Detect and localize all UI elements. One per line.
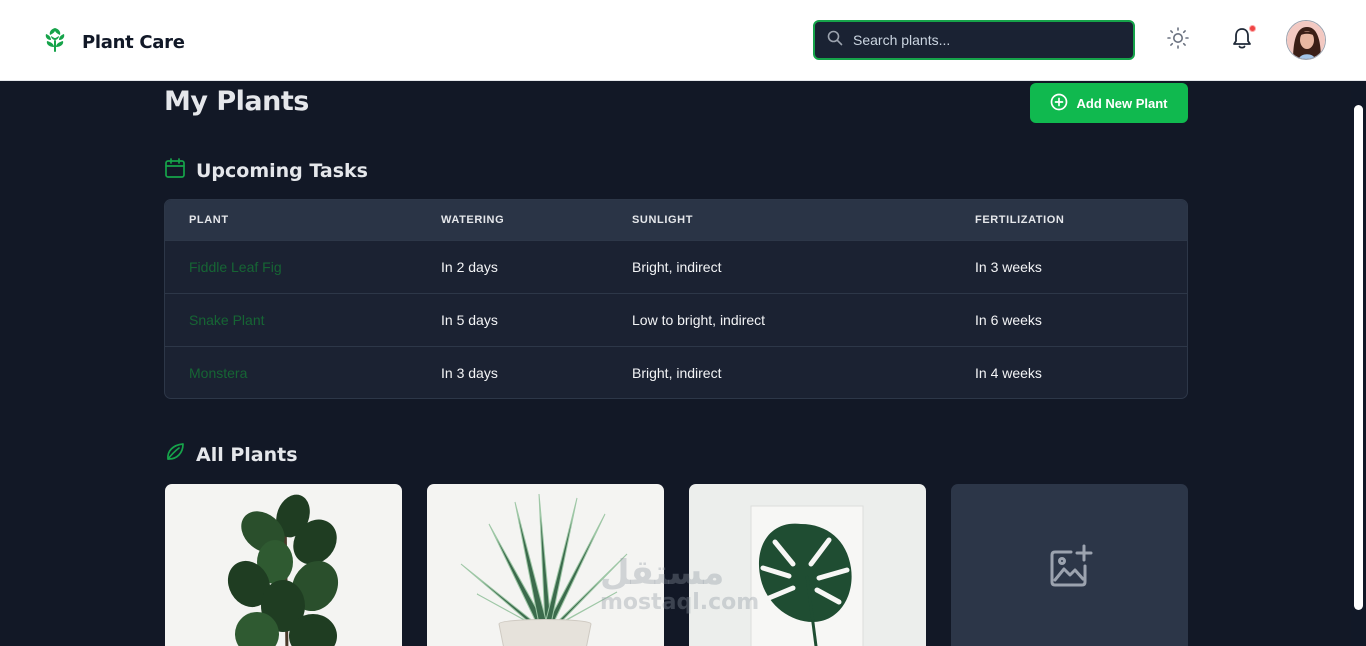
plant-card-snake-plant[interactable] xyxy=(427,484,664,646)
fertilization-cell: In 6 weeks xyxy=(975,312,1042,328)
add-plant-card[interactable] xyxy=(951,484,1188,646)
plant-card-fiddle-leaf-fig[interactable] xyxy=(165,484,402,646)
sun-icon xyxy=(1166,26,1190,55)
column-header-plant[interactable]: PLANT xyxy=(189,214,229,226)
add-photo-icon xyxy=(1047,544,1093,595)
column-header-watering[interactable]: WATERING xyxy=(441,214,504,226)
plant-logo-icon xyxy=(42,26,68,59)
leaf-icon xyxy=(164,441,186,468)
all-plants-heading: All Plants xyxy=(164,441,298,468)
brand[interactable]: Plant Care xyxy=(42,26,185,59)
plant-name[interactable]: Monstera xyxy=(189,365,247,381)
upcoming-tasks-heading: Upcoming Tasks xyxy=(164,157,368,184)
notifications-button[interactable] xyxy=(1228,25,1256,54)
page-scrollbar[interactable] xyxy=(1351,81,1366,646)
table-header: PLANT WATERING SUNLIGHT FERTILIZATION xyxy=(165,200,1187,240)
plant-card-monstera[interactable] xyxy=(689,484,926,646)
search-input[interactable] xyxy=(853,32,1113,48)
sunlight-cell: Low to bright, indirect xyxy=(632,312,766,328)
tasks-table: PLANT WATERING SUNLIGHT FERTILIZATION Fi… xyxy=(164,199,1188,399)
add-new-plant-button[interactable]: Add New Plant xyxy=(1030,83,1188,123)
top-header: Plant Care xyxy=(0,0,1366,81)
upcoming-tasks-title: Upcoming Tasks xyxy=(196,159,368,182)
watering-cell: In 5 days xyxy=(441,312,498,328)
table-row[interactable]: Fiddle Leaf Fig In 2 days Bright, indire… xyxy=(165,240,1187,293)
watering-cell: In 2 days xyxy=(441,259,498,275)
theme-toggle-button[interactable] xyxy=(1164,26,1192,54)
fertilization-cell: In 4 weeks xyxy=(975,365,1042,381)
table-row[interactable]: Monstera In 3 days Bright, indirect In 4… xyxy=(165,346,1187,398)
notification-dot xyxy=(1249,25,1256,32)
fiddle-leaf-fig-image xyxy=(165,484,402,646)
watering-cell: In 3 days xyxy=(441,365,498,381)
search-icon xyxy=(827,30,843,51)
page-title: My Plants xyxy=(164,86,309,117)
scrollbar-thumb[interactable] xyxy=(1354,105,1363,610)
table-row[interactable]: Snake Plant In 5 days Low to bright, ind… xyxy=(165,293,1187,346)
search-bar[interactable] xyxy=(813,20,1135,60)
sunlight-cell: Bright, indirect xyxy=(632,259,722,275)
column-header-fertilization[interactable]: FERTILIZATION xyxy=(975,214,1064,226)
all-plants-title: All Plants xyxy=(196,443,298,466)
avatar[interactable] xyxy=(1286,20,1326,60)
plus-circle-icon xyxy=(1050,93,1068,114)
column-header-sunlight[interactable]: SUNLIGHT xyxy=(632,214,693,226)
app-title: Plant Care xyxy=(82,32,185,53)
monstera-image xyxy=(689,484,926,646)
plant-name[interactable]: Snake Plant xyxy=(189,312,265,328)
sunlight-cell: Bright, indirect xyxy=(632,365,722,381)
add-new-plant-label: Add New Plant xyxy=(1076,95,1168,111)
fertilization-cell: In 3 weeks xyxy=(975,259,1042,275)
plant-name[interactable]: Fiddle Leaf Fig xyxy=(189,259,282,275)
snake-plant-image xyxy=(427,484,664,646)
calendar-icon xyxy=(164,157,186,184)
